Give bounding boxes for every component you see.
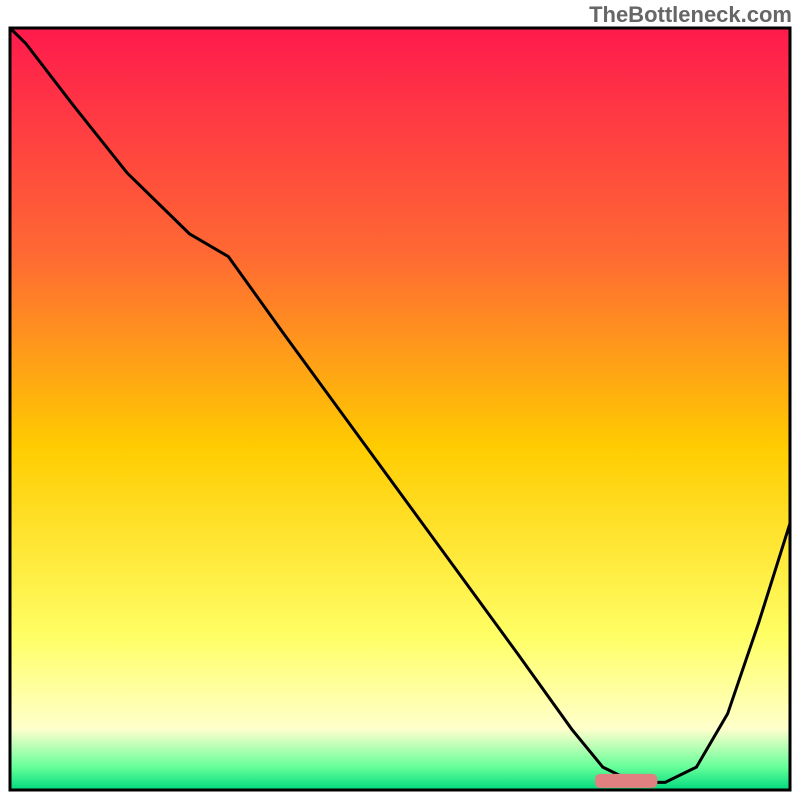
plot-background bbox=[10, 28, 790, 790]
watermark-text: TheBottleneck.com bbox=[589, 2, 792, 28]
chart-svg bbox=[0, 0, 800, 800]
target-band-marker bbox=[595, 774, 657, 788]
chart-container: TheBottleneck.com bbox=[0, 0, 800, 800]
